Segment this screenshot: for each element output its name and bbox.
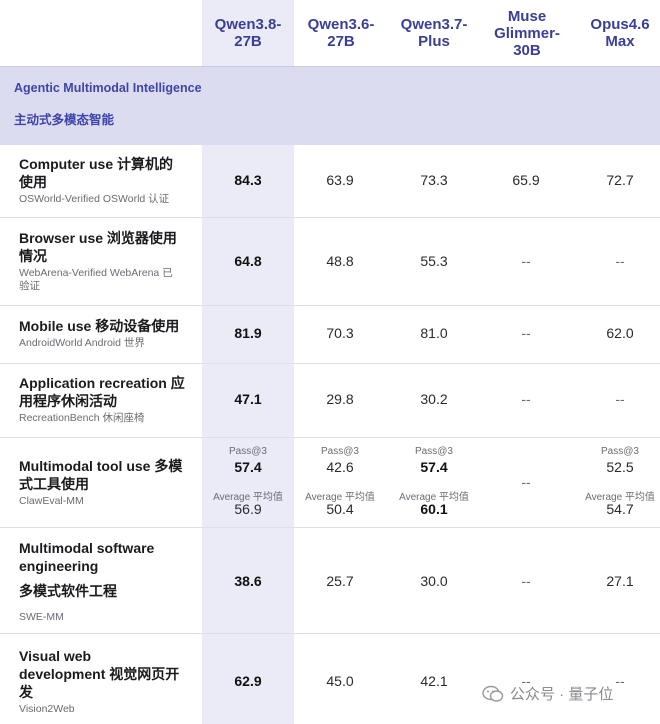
benchmark-subtitle: AndroidWorld Android 世界 xyxy=(19,337,145,349)
benchmark-subtitle: RecreationBench 休闲座椅 xyxy=(19,412,145,424)
score-cell: 60.1 xyxy=(420,501,448,517)
score-cell: 63.9 xyxy=(326,172,354,188)
score-cell: -- xyxy=(615,391,625,407)
benchmark-title: Multimodal tool use 多模 式工具使用 xyxy=(19,458,183,492)
benchmark-title: Mobile use 移动设备使用 xyxy=(19,318,180,334)
score-cell: 48.8 xyxy=(326,253,354,269)
score-cell: -- xyxy=(521,253,531,269)
score-cell: 52.5 xyxy=(606,459,634,475)
score-cell: 30.2 xyxy=(420,391,448,407)
benchmark-subtitle: OSWorld-Verified OSWorld 认证 xyxy=(19,193,170,205)
score-cell: 57.4 xyxy=(420,459,448,475)
score-cell: 27.1 xyxy=(606,573,634,589)
col-header-qwen36-27b: Qwen3.6- 27B xyxy=(307,16,375,50)
section-header xyxy=(0,67,660,145)
score-cell: 56.9 xyxy=(234,501,262,517)
score-cell: -- xyxy=(521,573,531,589)
score-cell: 50.4 xyxy=(326,501,354,517)
score-cell: 62.0 xyxy=(606,325,634,341)
pass-at-3-label: Pass@3 xyxy=(321,446,359,457)
pass-at-3-label: Pass@3 xyxy=(415,446,453,457)
score-cell: -- xyxy=(615,253,625,269)
score-cell: 54.7 xyxy=(606,501,634,517)
benchmark-title: Browser use 浏览器使用 情况 xyxy=(19,230,177,264)
col-header-muse-glimmer: Muse Glimmer- 30B xyxy=(494,7,560,59)
score-cell: 81.9 xyxy=(234,325,262,341)
score-cell: -- xyxy=(521,474,531,490)
score-cell: 29.8 xyxy=(326,391,354,407)
score-cell: 64.8 xyxy=(234,253,262,269)
score-cell: 47.1 xyxy=(234,391,262,407)
benchmark-subtitle: SWE-MM xyxy=(19,611,64,623)
score-cell: 42.1 xyxy=(420,673,448,689)
benchmark-subtitle: ClawEval-MM xyxy=(19,495,84,507)
benchmark-subtitle: WebArena-Verified WebArena 已 验证 xyxy=(19,267,173,292)
col-header-qwen38-27b: Qwen3.8- 27B xyxy=(214,16,282,50)
score-cell: 62.9 xyxy=(234,673,262,689)
score-cell: 38.6 xyxy=(234,573,262,589)
score-cell: -- xyxy=(521,391,531,407)
section-title-en: Agentic Multimodal Intelligence xyxy=(14,81,202,95)
benchmark-title-zh: 多模式软件工程 xyxy=(19,583,117,599)
score-cell: 72.7 xyxy=(606,172,634,188)
table-header: Qwen3.8- 27B Qwen3.6- 27B Qwen3.7- Plus … xyxy=(0,0,660,67)
benchmark-table: Qwen3.8- 27B Qwen3.6- 27B Qwen3.7- Plus … xyxy=(0,0,660,724)
pass-at-3-label: Pass@3 xyxy=(229,446,267,457)
benchmark-title: Application recreation 应 用程序休闲活动 xyxy=(19,375,185,409)
score-cell: -- xyxy=(521,325,531,341)
score-cell: 73.3 xyxy=(420,172,448,188)
benchmark-title: Visual web development 视觉网页开 发 xyxy=(19,648,180,700)
section-title-zh: 主动式多模态智能 xyxy=(14,113,115,127)
watermark-text: 公众号 · 量子位 xyxy=(510,686,614,703)
benchmark-title: Multimodal software engineering xyxy=(19,540,155,574)
score-cell: 42.6 xyxy=(326,459,354,475)
score-cell: 45.0 xyxy=(326,673,354,689)
benchmark-subtitle: Vision2Web xyxy=(19,703,75,715)
score-cell: 81.0 xyxy=(420,325,448,341)
score-cell: 84.3 xyxy=(234,172,262,188)
score-cell: 25.7 xyxy=(326,573,354,589)
score-cell: 57.4 xyxy=(234,459,262,475)
score-cell: 70.3 xyxy=(326,325,354,341)
score-cell: 55.3 xyxy=(420,253,448,269)
score-cell: 65.9 xyxy=(512,172,540,188)
benchmark-title: Computer use 计算机的 使用 xyxy=(19,156,174,190)
score-cell: 30.0 xyxy=(420,573,448,589)
watermark: 公众号 · 量子位 xyxy=(482,683,613,704)
wechat-icon xyxy=(482,685,504,703)
col-header-opus46-max: Opus4.6 Max xyxy=(590,16,650,50)
col-header-qwen37-plus: Qwen3.7- Plus xyxy=(400,16,468,50)
pass-at-3-label: Pass@3 xyxy=(601,446,639,457)
